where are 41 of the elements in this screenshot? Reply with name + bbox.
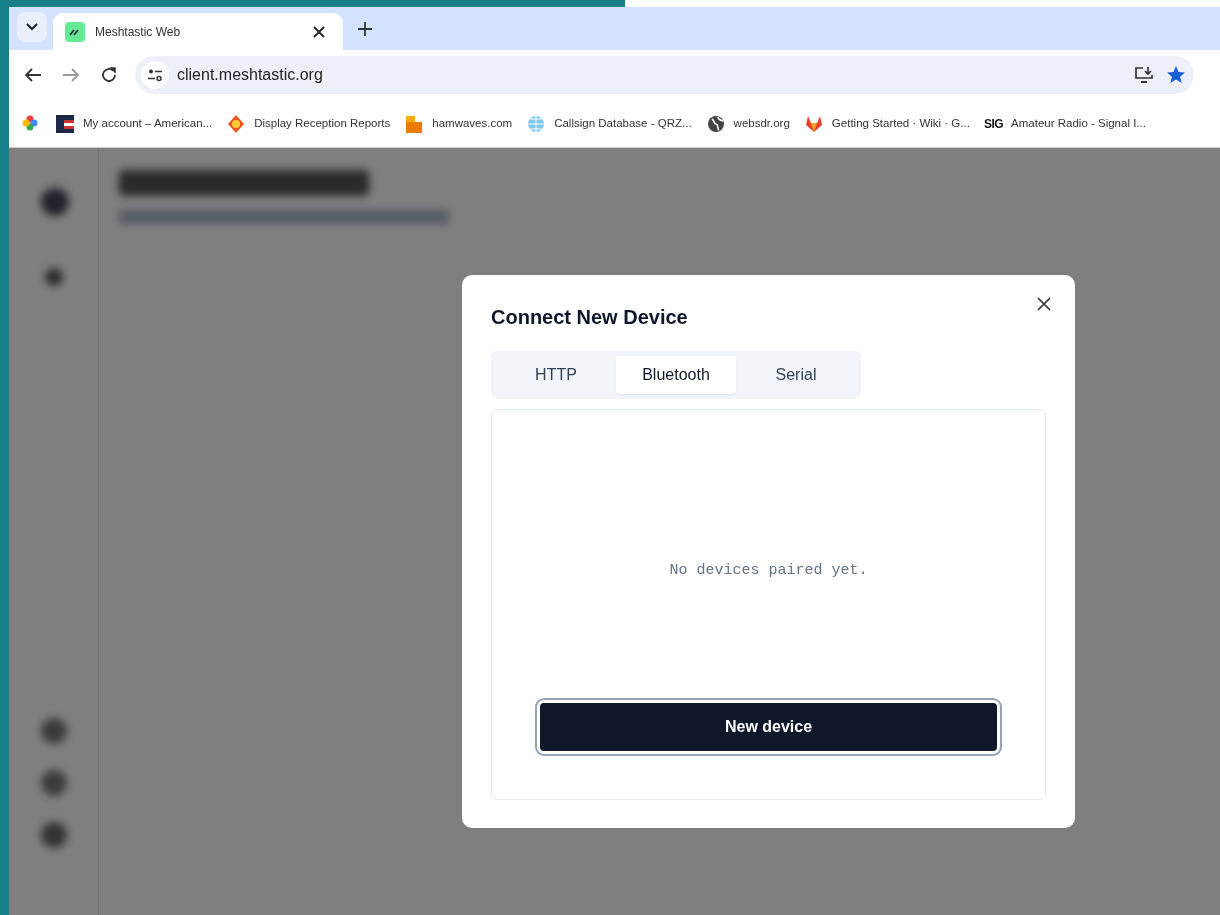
bookmark[interactable]: My account – American... — [55, 113, 213, 134]
app-icon — [65, 21, 85, 42]
tab[interactable]: HTTP — [496, 356, 616, 394]
reload-icon — [100, 66, 118, 84]
close-icon — [1037, 297, 1051, 311]
sliders-icon — [147, 68, 163, 82]
blurred-icon — [45, 268, 63, 286]
tab[interactable]: Bluetooth — [616, 356, 736, 394]
bookmark[interactable]: hamwaves.com — [404, 113, 513, 134]
plus-icon — [357, 20, 373, 37]
bookmark-logo: SIG — [983, 115, 1004, 133]
blurred-icon — [41, 822, 67, 848]
blurred-icon — [41, 718, 67, 744]
address-bar[interactable]: client.meshtastic.org — [135, 56, 1194, 94]
globe-icon — [526, 113, 547, 134]
star-icon — [1166, 65, 1186, 85]
blurred-icon — [41, 188, 69, 216]
monitor-download-icon — [1134, 66, 1154, 84]
back-arrow-icon — [24, 67, 42, 83]
flag-icon — [55, 113, 75, 134]
blurred-icon — [41, 770, 67, 796]
folder-icon — [404, 113, 425, 134]
tab-title: Meshtastic Web — [95, 23, 182, 41]
forward-arrow-icon — [62, 67, 80, 83]
tab-list-button[interactable] — [17, 11, 47, 42]
empty-message: No devices paired yet. — [669, 561, 868, 581]
dialog-title: Connect New Device — [491, 305, 689, 329]
bookmark[interactable]: SIG Amateur Radio - Signal I... — [983, 114, 1146, 133]
bookmark[interactable]: Callsign Database - QRZ... — [526, 113, 692, 134]
globe-icon — [705, 113, 726, 134]
tab[interactable]: Serial — [736, 356, 856, 394]
new-device-button[interactable]: New device — [537, 700, 1000, 754]
chevron-down-icon — [26, 22, 38, 31]
bookmark[interactable]: Display Reception Reports — [226, 113, 391, 134]
browser-tab[interactable]: Meshtastic Web — [53, 13, 343, 50]
bookmark[interactable]: Getting Started · Wiki · G... — [803, 113, 970, 134]
url-text: client.meshtastic.org — [177, 65, 324, 85]
site-info-button[interactable] — [141, 61, 169, 89]
bookmark[interactable]: websdr.org — [705, 113, 790, 134]
close-icon — [313, 25, 325, 38]
diamond-icon — [226, 113, 247, 134]
